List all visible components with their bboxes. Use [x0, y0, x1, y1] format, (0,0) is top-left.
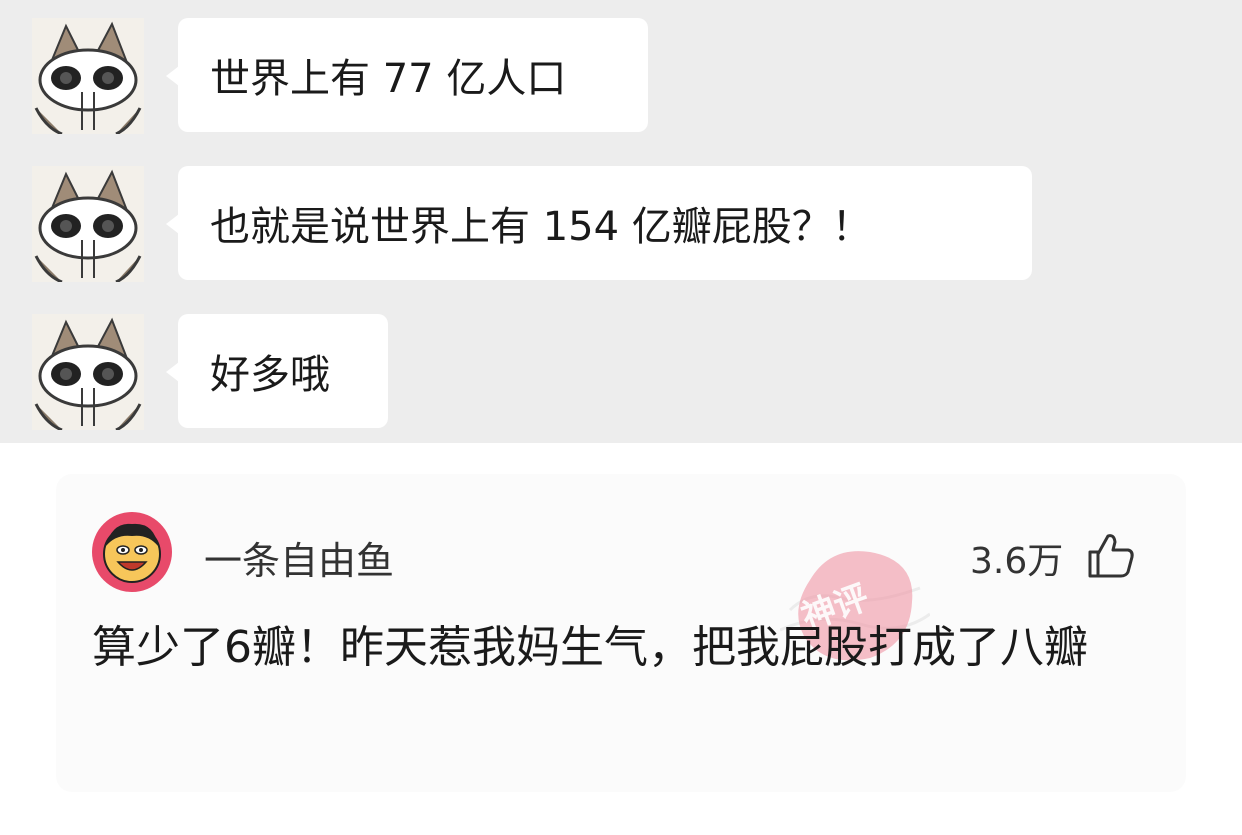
chat-bubble: 也就是说世界上有 154 亿瓣屁股？！	[166, 166, 1032, 280]
chat-area: 世界上有 77 亿人口 也就是说世界上有 154 亿瓣屁股？！ 好多哦	[0, 0, 1242, 443]
message-text: 也就是说世界上有 154 亿瓣屁股？！	[210, 204, 872, 250]
comment-text: 算少了6瓣！昨天惹我妈生气，把我屁股打成了八瓣	[92, 622, 1088, 673]
chat-message-row: 好多哦	[0, 314, 1242, 434]
like-count: 3.6万	[970, 541, 1064, 582]
cartoon-face-avatar-icon[interactable]	[92, 512, 172, 592]
thumbs-up-icon[interactable]	[1086, 530, 1136, 580]
message-text: 世界上有 77 亿人口	[210, 56, 567, 102]
cat-avatar-icon[interactable]	[32, 314, 144, 430]
chat-bubble: 世界上有 77 亿人口	[166, 18, 648, 132]
cat-avatar-icon[interactable]	[32, 166, 144, 282]
message-text: 好多哦	[210, 352, 330, 398]
chat-bubble: 好多哦	[166, 314, 388, 428]
cat-avatar-icon[interactable]	[32, 18, 144, 134]
comment-username[interactable]: 一条自由鱼	[204, 530, 394, 585]
chat-message-row: 世界上有 77 亿人口	[0, 18, 1242, 138]
chat-message-row: 也就是说世界上有 154 亿瓣屁股？！	[0, 166, 1242, 286]
